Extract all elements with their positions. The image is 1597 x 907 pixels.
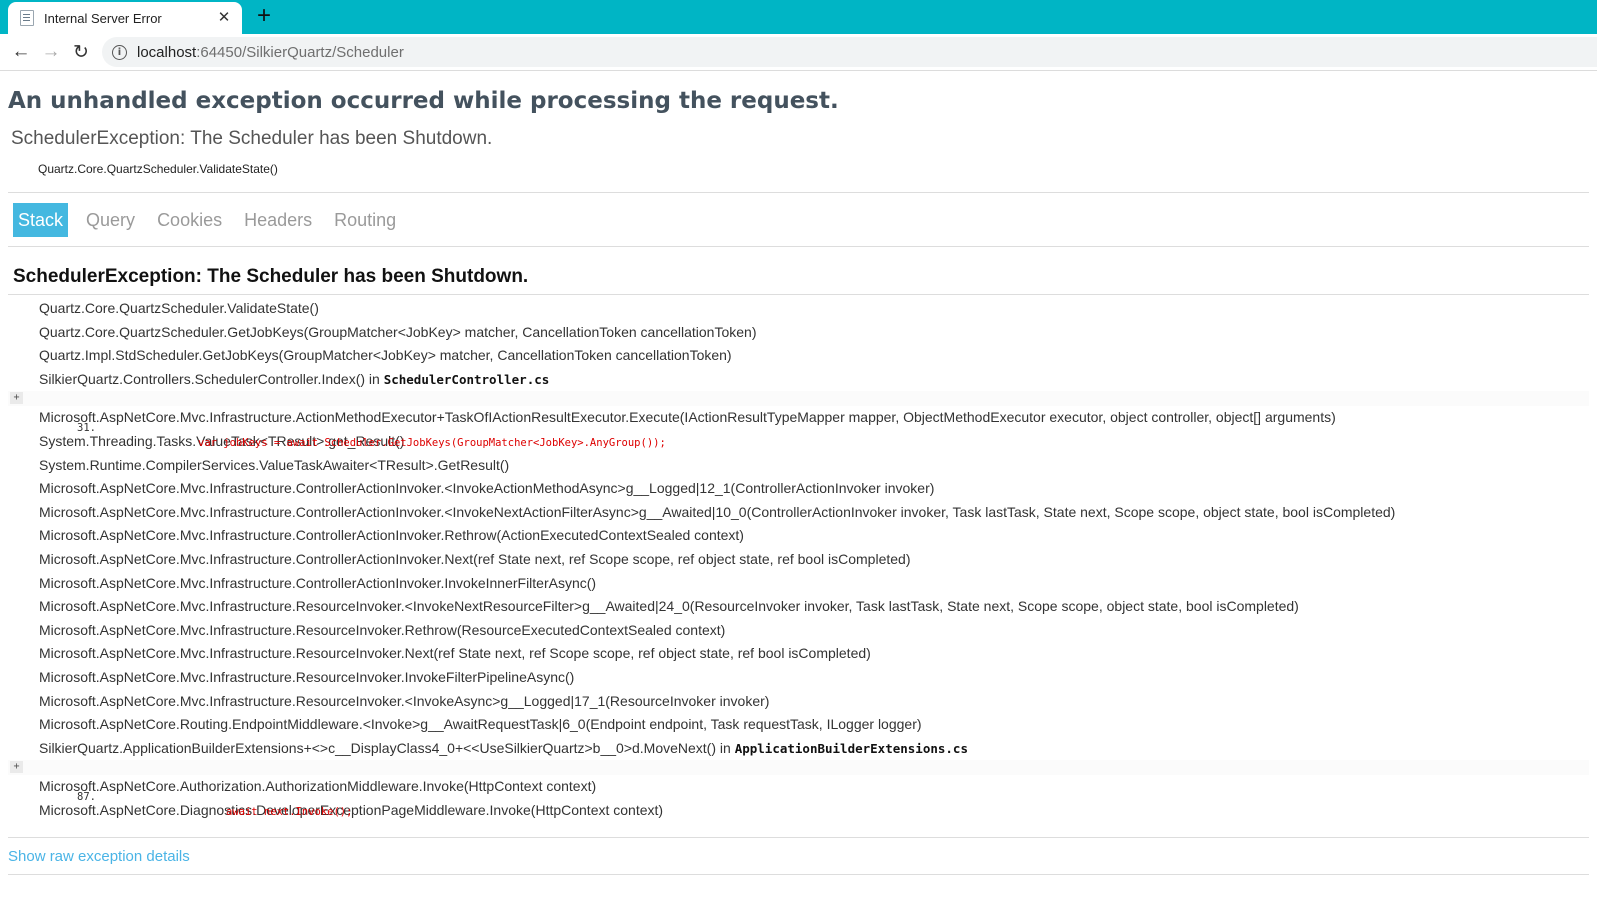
frame-method: Microsoft.AspNetCore.Mvc.Infrastructure.… — [39, 598, 1299, 615]
frame-method: System.Runtime.CompilerServices.ValueTas… — [39, 456, 510, 473]
source-code: var jobKeys = await Scheduler.GetJobKeys… — [198, 437, 666, 450]
browser-toolbar: ← → ↻ i localhost:64450/SilkierQuartz/Sc… — [0, 34, 1597, 71]
tab-headers[interactable]: Headers — [236, 203, 320, 237]
expand-toggle[interactable]: + — [10, 392, 23, 405]
browser-tabstrip: Internal Server Error ✕ + — [0, 0, 1597, 34]
reload-icon[interactable]: ↻ — [66, 41, 96, 64]
stack-heading: SchedulerException: The Scheduler has be… — [13, 266, 529, 287]
frame-method: Microsoft.AspNetCore.Mvc.Infrastructure.… — [39, 645, 871, 662]
stack-frame: Microsoft.AspNetCore.Mvc.Infrastructure.… — [39, 572, 1589, 596]
frame-method: Microsoft.AspNetCore.Mvc.Infrastructure.… — [39, 692, 770, 709]
stack-frame: SilkierQuartz.Controllers.SchedulerContr… — [39, 368, 1589, 392]
tab-cookies[interactable]: Cookies — [149, 203, 230, 237]
frame-method: Microsoft.AspNetCore.Mvc.Infrastructure.… — [39, 409, 1336, 426]
source-code: await next.Invoke(); — [226, 806, 353, 819]
close-icon[interactable]: ✕ — [216, 10, 232, 26]
stack-frame: Microsoft.AspNetCore.Mvc.Infrastructure.… — [39, 642, 1589, 666]
stack-frame: Quartz.Core.QuartzScheduler.GetJobKeys(G… — [39, 321, 1589, 345]
divider — [8, 192, 1589, 193]
expand-toggle[interactable]: + — [10, 761, 23, 774]
page-icon — [20, 10, 34, 26]
browser-tab[interactable]: Internal Server Error ✕ — [8, 2, 242, 34]
tab-stack[interactable]: Stack — [13, 203, 69, 237]
stack-frame: Quartz.Core.QuartzScheduler.ValidateStat… — [39, 297, 1589, 321]
frame-method: SilkierQuartz.ApplicationBuilderExtensio… — [39, 739, 735, 756]
stack-frame: Microsoft.AspNetCore.Mvc.Infrastructure.… — [39, 477, 1589, 501]
stack-frame: Microsoft.AspNetCore.Mvc.Infrastructure.… — [39, 619, 1589, 643]
info-icon[interactable]: i — [112, 44, 127, 60]
frame-method: Microsoft.AspNetCore.Authorization.Autho… — [39, 778, 597, 795]
forward-icon[interactable]: → — [36, 41, 66, 63]
error-page: An unhandled exception occurred while pr… — [0, 88, 1597, 876]
tab-title: Internal Server Error — [44, 10, 162, 26]
frame-method: Microsoft.AspNetCore.Mvc.Infrastructure.… — [39, 621, 726, 638]
frame-method: Quartz.Core.QuartzScheduler.GetJobKeys(G… — [39, 323, 757, 340]
frame-method: Microsoft.AspNetCore.Mvc.Infrastructure.… — [39, 503, 1396, 520]
url-path: :64450/SilkierQuartz/Scheduler — [196, 43, 404, 61]
frame-method: Microsoft.AspNetCore.Mvc.Infrastructure.… — [39, 574, 597, 591]
frame-method: Microsoft.AspNetCore.Mvc.Infrastructure.… — [39, 527, 744, 544]
url-host: localhost — [137, 43, 197, 61]
stack-frames: Quartz.Core.QuartzScheduler.ValidateStat… — [8, 297, 1589, 822]
source-code-line: + 87. await next.Invoke(); — [8, 760, 1589, 818]
divider — [8, 246, 1589, 247]
divider — [8, 874, 1589, 876]
exception-location: Quartz.Core.QuartzScheduler.ValidateStat… — [38, 162, 278, 176]
stack-frame: Quartz.Impl.StdScheduler.GetJobKeys(Grou… — [39, 344, 1589, 368]
stack-frame: Microsoft.AspNetCore.Mvc.Infrastructure.… — [39, 595, 1589, 619]
address-bar[interactable]: i localhost:64450/SilkierQuartz/Schedule… — [102, 37, 1597, 67]
divider — [8, 837, 1589, 839]
line-number: 87. — [77, 791, 96, 804]
back-icon[interactable]: ← — [6, 41, 36, 63]
stack-frame: SilkierQuartz.ApplicationBuilderExtensio… — [39, 737, 1589, 761]
frame-method: Microsoft.AspNetCore.Mvc.Infrastructure.… — [39, 668, 575, 685]
stack-frame: Microsoft.AspNetCore.Mvc.Infrastructure.… — [39, 406, 1589, 430]
stack-frame: Microsoft.AspNetCore.Routing.EndpointMid… — [39, 713, 1589, 737]
stack-frame: Microsoft.AspNetCore.Mvc.Infrastructure.… — [39, 524, 1589, 548]
show-raw-exception-link[interactable]: Show raw exception details — [8, 848, 190, 865]
tab-query[interactable]: Query — [78, 203, 143, 237]
frame-file: SchedulerController.cs — [383, 371, 550, 387]
frame-method: Microsoft.AspNetCore.Routing.EndpointMid… — [39, 716, 922, 733]
stack-frame: Microsoft.AspNetCore.Mvc.Infrastructure.… — [39, 548, 1589, 572]
exception-title: SchedulerException: The Scheduler has be… — [11, 128, 493, 149]
new-tab-button[interactable]: + — [252, 2, 276, 30]
frame-method: Microsoft.AspNetCore.Mvc.Infrastructure.… — [39, 550, 911, 567]
stack-frame: Microsoft.AspNetCore.Mvc.Infrastructure.… — [39, 501, 1589, 525]
detail-tabs: Stack Query Cookies Headers Routing — [13, 203, 1589, 237]
frame-file: ApplicationBuilderExtensions.cs — [734, 740, 968, 756]
tab-routing[interactable]: Routing — [326, 203, 404, 237]
page-title: An unhandled exception occurred while pr… — [8, 88, 839, 114]
stack-frame: Microsoft.AspNetCore.Authorization.Autho… — [39, 775, 1589, 799]
stack-frame: Microsoft.AspNetCore.Mvc.Infrastructure.… — [39, 666, 1589, 690]
divider — [8, 294, 1589, 295]
source-code-line: + 31. var jobKeys = await Scheduler.GetJ… — [8, 391, 1589, 449]
stack-frame: System.Runtime.CompilerServices.ValueTas… — [39, 454, 1589, 478]
frame-method: Quartz.Impl.StdScheduler.GetJobKeys(Grou… — [39, 347, 732, 364]
stack-frame: Microsoft.AspNetCore.Mvc.Infrastructure.… — [39, 690, 1589, 714]
frame-method: Microsoft.AspNetCore.Mvc.Infrastructure.… — [39, 480, 935, 497]
frame-method: SilkierQuartz.Controllers.SchedulerContr… — [39, 370, 384, 387]
frame-method: Quartz.Core.QuartzScheduler.ValidateStat… — [39, 300, 319, 316]
line-number: 31. — [77, 422, 96, 435]
